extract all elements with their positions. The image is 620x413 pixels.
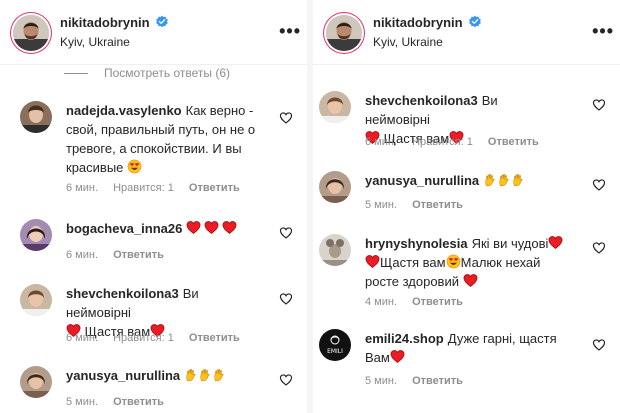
- comment-body-line2: Щастя вам: [380, 255, 446, 270]
- reply-button[interactable]: Ответить: [412, 375, 463, 387]
- like-heart-icon[interactable]: [279, 292, 293, 306]
- commenter-avatar[interactable]: EMILI: [319, 329, 351, 361]
- reply-button[interactable]: Ответить: [113, 249, 164, 261]
- comment-meta: 6 мин. Ответить: [66, 249, 176, 261]
- avatar-logo-text: EMILI: [327, 348, 343, 355]
- like-heart-icon[interactable]: [592, 338, 606, 352]
- ok-hand-emoji-icon: [497, 173, 511, 187]
- red-heart-emoji-icon: [365, 254, 380, 269]
- commenter-avatar[interactable]: [20, 284, 52, 316]
- comment-text: yanusya_nurullina: [66, 366, 266, 385]
- comment-likes[interactable]: Нравится: 1: [113, 182, 174, 194]
- reply-button[interactable]: Ответить: [412, 199, 463, 211]
- post-header: nikitadobrynin Kyiv, Ukraine •••: [0, 0, 307, 65]
- left-post-panel: nikitadobrynin Kyiv, Ukraine ••• Посмотр…: [0, 0, 307, 413]
- red-heart-emoji-icon: [390, 349, 405, 364]
- comment-username[interactable]: bogacheva_inna26: [66, 221, 182, 236]
- comment-username[interactable]: emili24.shop: [365, 331, 444, 346]
- heart-eyes-emoji-icon: [446, 254, 461, 269]
- commenter-avatar[interactable]: [319, 91, 351, 123]
- ok-hand-emoji-icon: [511, 173, 525, 187]
- comment-body: Які ви чудові: [471, 236, 549, 251]
- post-header: nikitadobrynin Kyiv, Ukraine •••: [313, 0, 620, 65]
- comment-meta: 6 мин. Нравится: 1 Ответить: [66, 332, 252, 344]
- commenter-avatar[interactable]: [20, 101, 52, 133]
- like-heart-icon[interactable]: [592, 241, 606, 255]
- reply-button[interactable]: Ответить: [488, 136, 539, 148]
- reply-button[interactable]: Ответить: [412, 296, 463, 308]
- comment-likes[interactable]: Нравится: 1: [113, 332, 174, 344]
- comment-time[interactable]: 5 мин.: [66, 396, 98, 408]
- comment-time[interactable]: 6 мин.: [66, 182, 98, 194]
- comment-text: yanusya_nurullina: [365, 171, 565, 190]
- comment-meta: 6 мин. Нравится: 1 Ответить: [66, 182, 252, 194]
- like-heart-icon[interactable]: [279, 226, 293, 240]
- commenter-avatar[interactable]: [20, 366, 52, 398]
- red-heart-emoji-icon: [463, 273, 478, 288]
- comment-time[interactable]: 4 мин.: [365, 296, 397, 308]
- comment-meta: 5 мин. Ответить: [365, 199, 475, 211]
- ok-hand-emoji-icon: [483, 173, 497, 187]
- ok-hand-emoji-icon: [212, 368, 226, 382]
- replies-divider-line: [64, 73, 88, 75]
- like-heart-icon[interactable]: [592, 178, 606, 192]
- commenter-avatar[interactable]: [319, 171, 351, 203]
- comment-time[interactable]: 5 мин.: [365, 199, 397, 211]
- reply-button[interactable]: Ответить: [189, 182, 240, 194]
- more-options-icon[interactable]: •••: [592, 22, 614, 40]
- ok-hand-emoji-icon: [198, 368, 212, 382]
- more-options-icon[interactable]: •••: [279, 22, 301, 40]
- comment-meta: 6 мин. Нравится: 1 Ответить: [365, 136, 551, 148]
- comment-likes[interactable]: Нравится: 1: [412, 136, 473, 148]
- comment-username[interactable]: shevchenkoilona3: [66, 286, 179, 301]
- red-heart-emoji-icon: [222, 220, 237, 235]
- comment-meta: 4 мин. Ответить: [365, 296, 475, 308]
- ok-hand-emoji-icon: [184, 368, 198, 382]
- comment-time[interactable]: 6 мин.: [66, 249, 98, 261]
- comment-meta: 5 мин. Ответить: [66, 396, 176, 408]
- author-avatar[interactable]: [13, 15, 49, 51]
- view-replies-label: Посмотреть ответы (6): [104, 66, 231, 80]
- reply-button[interactable]: Ответить: [189, 332, 240, 344]
- verified-badge-icon: [468, 15, 482, 29]
- heart-eyes-emoji-icon: [127, 159, 142, 174]
- post-location[interactable]: Kyiv, Ukraine: [373, 35, 443, 49]
- comment-username[interactable]: shevchenkoilona3: [365, 93, 478, 108]
- reply-button[interactable]: Ответить: [113, 396, 164, 408]
- comment-text: hrynyshynolesia Які ви чудові Щастя вам Мал…: [365, 234, 575, 291]
- comment-time[interactable]: 6 мин.: [66, 332, 98, 344]
- like-heart-icon[interactable]: [592, 98, 606, 112]
- comment-username[interactable]: yanusya_nurullina: [365, 173, 479, 188]
- verified-badge-icon: [155, 15, 169, 29]
- red-heart-emoji-icon: [548, 235, 563, 250]
- comment-username[interactable]: nadejda.vasylenko: [66, 103, 182, 118]
- comment-username[interactable]: hrynyshynolesia: [365, 236, 468, 251]
- red-heart-emoji-icon: [204, 220, 219, 235]
- comment-time[interactable]: 5 мин.: [365, 375, 397, 387]
- comment-text: emili24.shop Дуже гарні, щастя Вам: [365, 329, 565, 367]
- author-avatar[interactable]: [326, 15, 362, 51]
- like-heart-icon[interactable]: [279, 111, 293, 125]
- author-username[interactable]: nikitadobrynin: [373, 15, 463, 30]
- like-heart-icon[interactable]: [279, 373, 293, 387]
- right-post-panel: nikitadobrynin Kyiv, Ukraine ••• shevche…: [313, 0, 620, 413]
- commenter-avatar[interactable]: [20, 219, 52, 251]
- view-replies-link[interactable]: Посмотреть ответы (6): [64, 66, 230, 80]
- commenter-avatar[interactable]: [319, 234, 351, 266]
- red-heart-emoji-icon: [186, 220, 201, 235]
- author-username[interactable]: nikitadobrynin: [60, 15, 150, 30]
- comment-meta: 5 мин. Ответить: [365, 375, 475, 387]
- comment-text: nadejda.vasylenko Как верно - свой, прави…: [66, 101, 281, 177]
- comment-time[interactable]: 6 мин.: [365, 136, 397, 148]
- comment-text: bogacheva_inna26: [66, 219, 266, 238]
- post-location[interactable]: Kyiv, Ukraine: [60, 35, 130, 49]
- comment-username[interactable]: yanusya_nurullina: [66, 368, 180, 383]
